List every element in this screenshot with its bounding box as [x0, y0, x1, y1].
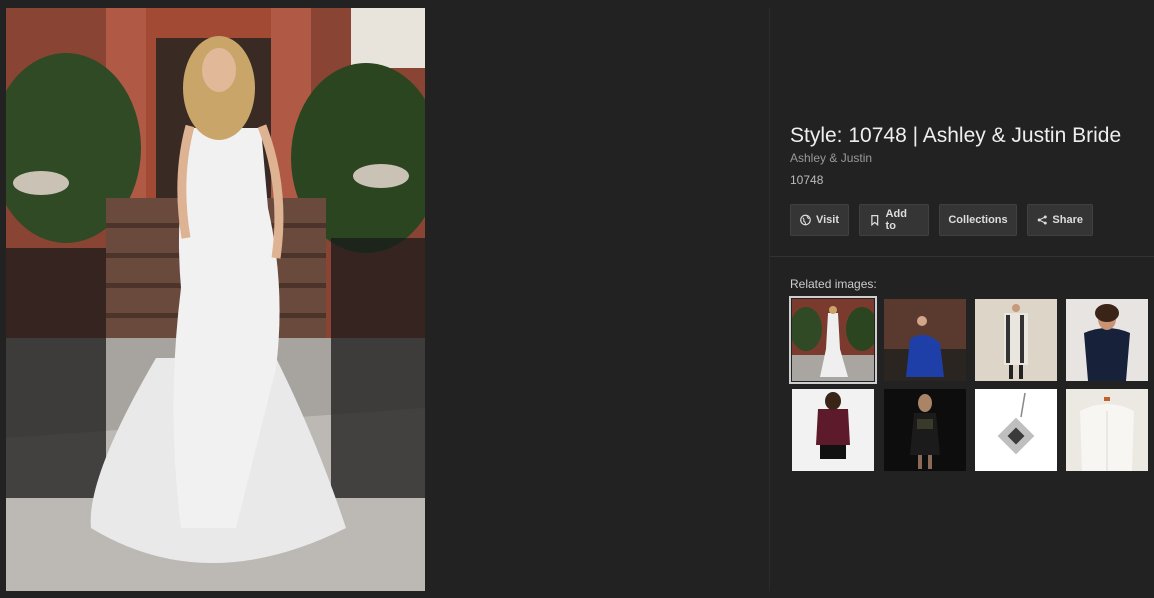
add-to-button[interactable]: Add to	[859, 204, 929, 236]
related-thumbnail[interactable]	[789, 296, 877, 384]
related-thumbnail[interactable]	[1066, 389, 1148, 471]
thumbnail-image	[884, 299, 966, 381]
visit-button[interactable]: Visit	[790, 204, 849, 236]
related-thumbnail[interactable]	[884, 299, 966, 381]
related-thumbnail[interactable]	[792, 389, 874, 471]
share-button[interactable]: Share	[1027, 204, 1093, 236]
main-preview-image[interactable]	[6, 8, 425, 591]
panel-divider	[769, 8, 770, 591]
thumbnail-image	[1066, 389, 1148, 471]
section-divider	[770, 256, 1154, 257]
bride-photo	[6, 8, 425, 591]
globe-icon	[800, 214, 811, 226]
style-id: 10748	[790, 173, 824, 187]
related-thumbnail[interactable]	[975, 299, 1057, 381]
thumbnail-image	[884, 389, 966, 471]
action-bar: Visit Add to Collections Share	[790, 204, 1093, 236]
share-label: Share	[1052, 214, 1083, 226]
thumbnail-image	[792, 389, 874, 471]
collections-button[interactable]: Collections	[939, 204, 1017, 236]
bookmark-icon	[871, 215, 879, 226]
share-icon	[1037, 215, 1047, 225]
thumbnail-image	[792, 299, 874, 381]
collections-label: Collections	[948, 214, 1008, 226]
image-title[interactable]: Style: 10748 | Ashley & Justin Bride	[790, 124, 1121, 148]
thumbnail-image	[1066, 299, 1148, 381]
thumbnail-image	[975, 299, 1057, 381]
related-thumbnail[interactable]	[884, 389, 966, 471]
source-name[interactable]: Ashley & Justin	[790, 151, 872, 165]
add-to-label: Add to	[885, 208, 907, 232]
thumbnail-image	[975, 389, 1057, 471]
related-images-label: Related images:	[790, 277, 877, 291]
related-thumbnail[interactable]	[1066, 299, 1148, 381]
related-thumbnail[interactable]	[975, 389, 1057, 471]
visit-label: Visit	[815, 214, 839, 226]
